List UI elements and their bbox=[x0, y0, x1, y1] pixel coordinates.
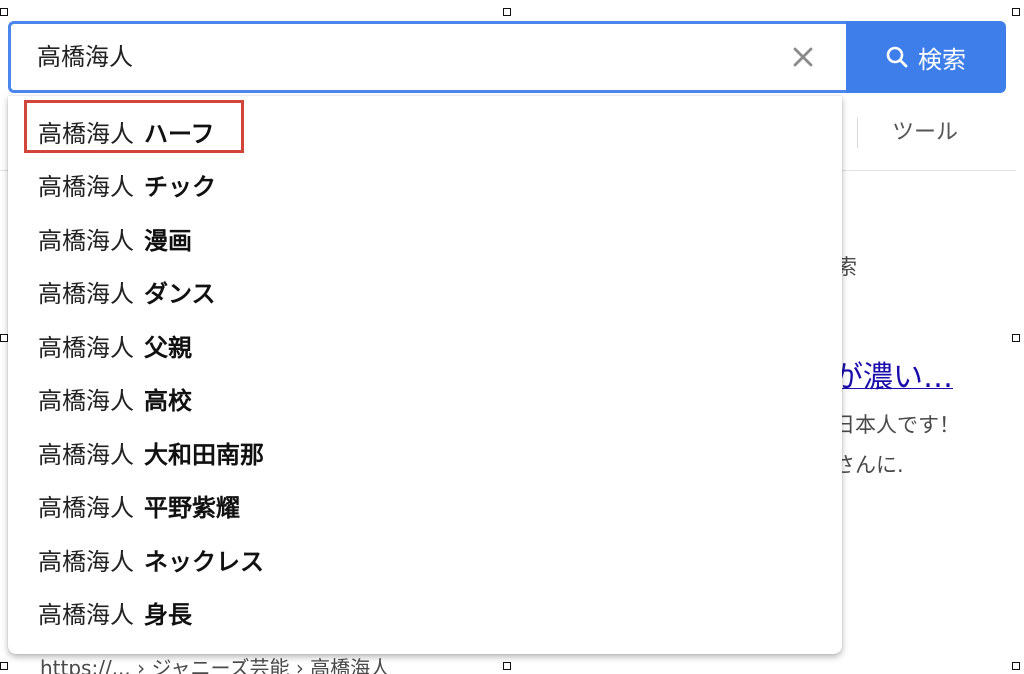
suggestion-item[interactable]: 高橋海人 大和田南那 bbox=[8, 428, 842, 482]
selection-handle[interactable] bbox=[503, 8, 511, 16]
search-button[interactable]: 検索 bbox=[846, 21, 1006, 93]
clear-search-button[interactable] bbox=[786, 40, 820, 74]
search-input[interactable]: 高橋海人 bbox=[37, 24, 133, 90]
suggestion-query: 高橋海人 bbox=[38, 547, 134, 576]
tools-link[interactable]: ツール bbox=[892, 118, 958, 148]
result-snippet-line-1: 日本人です！ bbox=[834, 413, 960, 437]
suggestion-query: 高橋海人 bbox=[38, 494, 134, 523]
suggestion-suffix: 高校 bbox=[144, 387, 192, 416]
selection-handle[interactable] bbox=[1012, 662, 1020, 670]
selection-handle[interactable] bbox=[1012, 334, 1020, 342]
suggestion-item[interactable]: 高橋海人 ハーフ bbox=[8, 107, 842, 161]
close-icon bbox=[793, 47, 813, 67]
toolbar-divider bbox=[857, 118, 858, 148]
search-bar: 高橋海人 検索 bbox=[8, 21, 1006, 93]
selection-handle[interactable] bbox=[0, 662, 8, 670]
suggestion-dropdown: 高橋海人 ハーフ 高橋海人 チック 高橋海人 漫画 高橋海人 ダンス 高橋海人 父親 高橋… bbox=[8, 96, 842, 654]
suggestion-item[interactable]: 高橋海人 高校 bbox=[8, 375, 842, 429]
suggestion-query: 高橋海人 bbox=[38, 601, 134, 630]
suggestion-query: 高橋海人 bbox=[38, 440, 134, 469]
selection-handle[interactable] bbox=[0, 334, 8, 342]
suggestion-suffix: 漫画 bbox=[144, 226, 192, 255]
selection-handle[interactable] bbox=[503, 662, 511, 670]
suggestion-item[interactable]: 高橋海人 漫画 bbox=[8, 214, 842, 268]
suggestion-item[interactable]: 高橋海人 ダンス bbox=[8, 268, 842, 322]
search-icon bbox=[886, 46, 908, 68]
suggestion-suffix: ハーフ bbox=[144, 119, 215, 148]
suggestion-query: 高橋海人 bbox=[38, 119, 134, 148]
selection-handle[interactable] bbox=[1012, 8, 1020, 16]
suggestion-suffix: 父親 bbox=[144, 333, 192, 362]
suggestion-item[interactable]: 高橋海人 ネックレス bbox=[8, 535, 842, 589]
selection-handle[interactable] bbox=[0, 8, 8, 16]
suggestion-item[interactable]: 高橋海人 身長 bbox=[8, 589, 842, 643]
suggestion-item[interactable]: 高橋海人 チック bbox=[8, 161, 842, 215]
search-input-box[interactable]: 高橋海人 bbox=[8, 21, 846, 93]
suggestion-suffix: 大和田南那 bbox=[144, 440, 264, 469]
suggestion-suffix: ネックレス bbox=[144, 547, 264, 576]
suggestion-item[interactable]: 高橋海人 平野紫耀 bbox=[8, 482, 842, 536]
suggestion-query: 高橋海人 bbox=[38, 280, 134, 309]
suggestion-query: 高橋海人 bbox=[38, 387, 134, 416]
suggestion-item[interactable]: 高橋海人 父親 bbox=[8, 321, 842, 375]
suggestion-query: 高橋海人 bbox=[38, 173, 134, 202]
suggestion-query: 高橋海人 bbox=[38, 333, 134, 362]
suggestion-suffix: 身長 bbox=[144, 601, 192, 630]
search-button-label: 検索 bbox=[918, 45, 966, 74]
suggestion-suffix: 平野紫耀 bbox=[144, 494, 240, 523]
suggestion-suffix: ダンス bbox=[144, 280, 216, 309]
result-snippet-line-2: さんに. bbox=[834, 453, 904, 477]
suggestion-query: 高橋海人 bbox=[38, 226, 134, 255]
result-title-link[interactable]: が濃い… bbox=[833, 358, 953, 398]
suggestion-suffix: チック bbox=[144, 173, 216, 202]
